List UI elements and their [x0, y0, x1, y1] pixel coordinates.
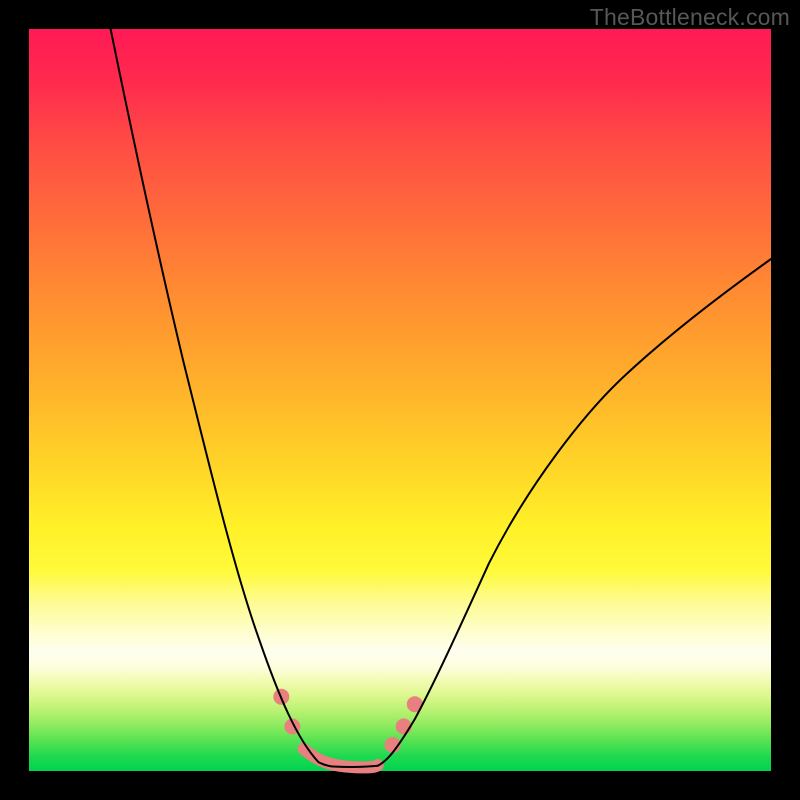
watermark-text: TheBottleneck.com [590, 4, 790, 31]
chart-frame: TheBottleneck.com [0, 0, 800, 800]
left-curve [111, 29, 334, 767]
right-curve [378, 259, 771, 766]
chart-svg [29, 29, 771, 771]
plot-area [29, 29, 771, 771]
